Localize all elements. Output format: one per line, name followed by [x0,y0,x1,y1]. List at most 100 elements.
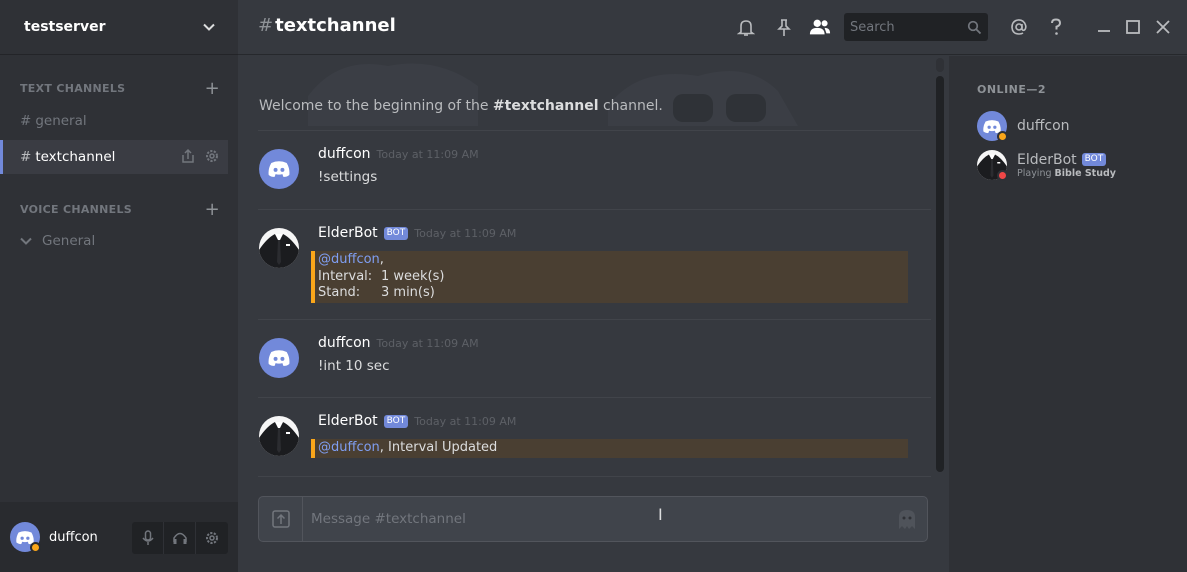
message-divider [258,130,931,131]
avatar[interactable] [259,228,299,268]
channel-welcome: Welcome to the beginning of the #textcha… [259,98,663,114]
user-controls [132,522,228,554]
embed-row: Interval: 1 week(s) [318,269,904,286]
welcome-prefix: Welcome to the beginning of the [259,98,493,114]
discord-logo-icon [268,161,290,177]
server-name: testserver [24,19,106,35]
members-icon[interactable] [809,16,831,38]
message-input-placeholder: Message #textchannel [311,511,466,527]
channel-name: general [35,113,87,129]
emoji-button[interactable] [897,509,917,535]
headphones-icon [172,532,187,544]
gear-icon[interactable] [204,148,220,164]
avatar[interactable] [259,338,299,378]
upload-button[interactable] [259,497,303,541]
member-activity: Playing Bible Study [1017,168,1116,179]
username: duffcon [49,529,98,545]
channel-title: # textchannel [258,15,396,36]
discord-logo-icon [268,350,290,366]
member-list: ONLINE—2 duffcon ElderBot BOT Playing Bi… [949,56,1187,572]
minimize-icon[interactable] [1093,16,1115,38]
microphone-icon [141,530,154,545]
message-author[interactable]: duffcon [318,146,371,162]
mentions-icon[interactable] [1008,16,1030,38]
avatar[interactable] [259,416,299,456]
message-author[interactable]: ElderBot [318,225,378,241]
close-icon[interactable] [1152,16,1174,38]
member-info: ElderBot BOT Playing Bible Study [1007,152,1116,179]
message-timestamp: Today at 11:09 AM [376,336,479,350]
server-header[interactable]: testserver [0,0,238,55]
add-text-channel-icon[interactable]: + [205,79,220,97]
bell-icon[interactable] [735,16,757,38]
voice-channel-name: General [42,233,96,249]
chevron-down-icon [20,237,32,245]
channel-title-text: textchannel [275,15,396,36]
channel-item-general[interactable]: # general [0,104,228,138]
avatar[interactable] [10,522,41,553]
user-mention[interactable]: @duffcon [318,252,380,267]
bot-badge: BOT [1081,153,1107,166]
text-channels-category[interactable]: TEXT CHANNELS + [20,79,220,97]
channel-item-textchannel[interactable]: # textchannel [0,140,228,174]
search-icon [967,20,982,34]
welcome-channel: #textchannel [492,98,599,114]
user-mention[interactable]: @duffcon [318,440,380,455]
help-icon[interactable] [1045,16,1067,38]
voice-channels-label: VOICE CHANNELS [20,203,133,216]
maximize-icon[interactable] [1122,16,1144,38]
message-divider [258,397,931,398]
online-header: ONLINE—2 [977,83,1047,96]
embed-text: , [379,252,384,267]
member-name: duffcon [1017,118,1070,134]
member-item-elderbot[interactable]: ElderBot BOT Playing Bible Study [977,150,1116,181]
message-divider [258,319,931,320]
avatar [977,111,1008,142]
voice-channels-category[interactable]: VOICE CHANNELS + [20,200,220,218]
pin-icon[interactable] [773,16,795,38]
channel-sidebar: testserver TEXT CHANNELS + # general # t… [0,0,238,572]
message-author[interactable]: ElderBot [318,413,378,429]
message-embed: @duffcon, Interval Updated [311,439,908,458]
hash-icon: # [20,149,32,165]
welcome-illustration [308,63,798,126]
welcome-suffix: channel. [598,98,663,114]
add-voice-channel-icon[interactable]: + [205,200,220,218]
avatar [977,150,1008,181]
member-item-duffcon[interactable]: duffcon [977,111,1070,142]
scrollbar-thumb[interactable] [936,76,944,472]
channel-name: textchannel [35,149,116,165]
text-cursor-icon: I [658,505,663,524]
message-author[interactable]: duffcon [318,335,371,351]
invite-icon[interactable] [180,148,196,164]
elderbot-avatar-icon [259,234,299,268]
message-list[interactable]: Welcome to the beginning of the #textcha… [238,56,949,480]
chevron-down-icon [203,23,215,31]
message-timestamp: Today at 11:09 AM [414,414,517,428]
deafen-button[interactable] [164,522,196,554]
gear-icon [206,532,218,544]
hash-icon: # [20,113,32,129]
embed-label: Interval: [318,268,373,284]
embed-row: Stand: 3 min(s) [318,285,904,302]
search-input[interactable]: Search [844,13,988,41]
message-content: !int 10 sec [318,358,390,374]
elderbot-avatar-icon [259,422,299,456]
status-dnd-indicator [997,170,1008,181]
voice-channel-general[interactable]: General [20,233,95,249]
status-idle-indicator [997,131,1008,142]
avatar[interactable] [259,149,299,189]
embed-label: Stand: [318,285,361,300]
message-timestamp: Today at 11:09 AM [376,147,479,161]
message-divider [258,476,931,477]
message-input[interactable]: Message #textchannel [258,496,928,542]
message-embed: @duffcon, Interval: 1 week(s) Stand: 3 m… [311,251,908,303]
search-placeholder: Search [850,19,895,35]
message-timestamp: Today at 11:09 AM [414,226,517,240]
message-content: !settings [318,169,378,185]
user-settings-button[interactable] [196,522,228,554]
upload-icon [271,510,290,528]
text-channels-label: TEXT CHANNELS [20,82,126,95]
mute-button[interactable] [132,522,164,554]
activity-game: Bible Study [1054,167,1116,179]
